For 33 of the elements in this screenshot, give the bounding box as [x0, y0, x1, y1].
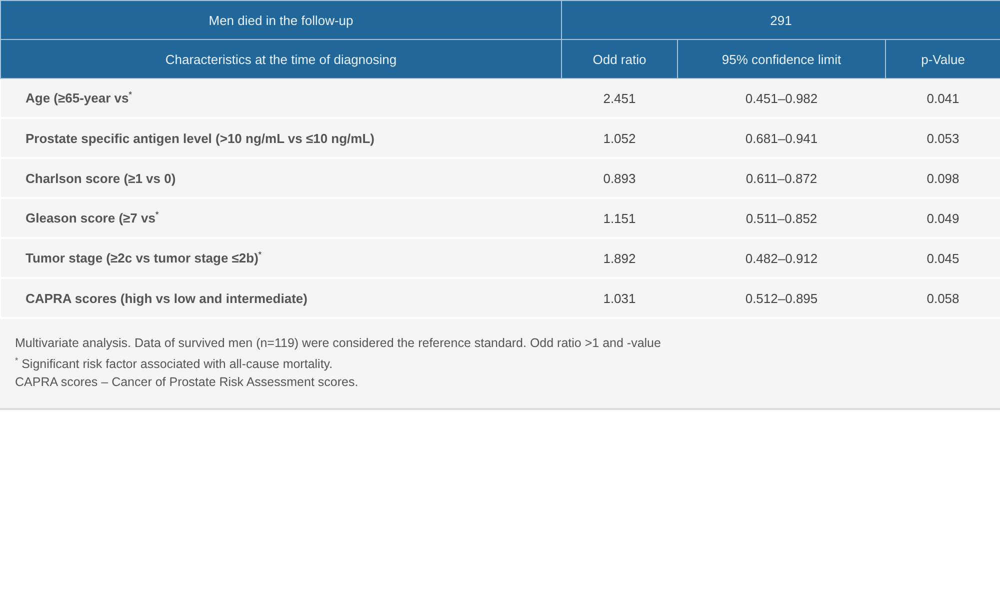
table-cell: 1.052: [562, 118, 678, 158]
header-cell: Men died in the follow-up: [0, 0, 562, 40]
table-cell: 0.049: [886, 198, 1000, 238]
table-cell: Prostate specific antigen level (>10 ng/mL vs ≤10 ng/mL): [0, 118, 562, 158]
table-cell: 0.058: [886, 278, 1000, 318]
table-cell: 0.681–0.941: [678, 118, 886, 158]
table-cell: Age (≥65-year vs$^{*}$: [0, 78, 562, 118]
column-header: Characteristics at the time of diagnosing: [0, 40, 562, 78]
table-cell: Gleason score (≥7 vs$^{*}$: [0, 198, 562, 238]
table-cell: 0.045: [886, 238, 1000, 278]
table-cell: 2.451: [562, 78, 678, 118]
table-cell: Tumor stage (≥2c vs tumor stage ≤2b)$^{*}$: [0, 238, 562, 278]
table-cell: 0.611–0.872: [678, 158, 886, 198]
table-cell: CAPRA scores (high vs low and intermediate): [0, 278, 562, 318]
footnote: Multivariate analysis. Data of survived men (n=119) were considered the reference standard. Odd ratio >1 and -value: [15, 335, 662, 352]
column-header: p-Value: [886, 40, 1000, 78]
header-cell: 291: [562, 0, 1000, 40]
table-cell: 0.451–0.982: [678, 78, 886, 118]
table-cell: 0.511–0.852: [678, 198, 886, 238]
footnote: $^{*}$ Significant risk factor associated with all-cause mortality.: [15, 355, 334, 374]
table-cell: 0.512–0.895: [678, 278, 886, 318]
table-cell: 1.892: [562, 238, 678, 278]
footnote: CAPRA scores – Cancer of Prostate Risk Assessment scores.: [15, 374, 360, 392]
table-cell: 1.031: [562, 278, 678, 318]
column-header: Odd ratio: [562, 40, 678, 78]
table-cell: 1.151: [562, 198, 678, 238]
table-cell: 0.893: [562, 158, 678, 198]
table-cell: Charlson score (≥1 vs 0): [0, 158, 562, 198]
table-cell: 0.041: [886, 78, 1000, 118]
table-cell: 0.053: [886, 118, 1000, 158]
table-cell: 0.098: [886, 158, 1000, 198]
table-cell: 0.482–0.912: [678, 238, 886, 278]
column-header: 95% confidence limit: [678, 40, 886, 78]
